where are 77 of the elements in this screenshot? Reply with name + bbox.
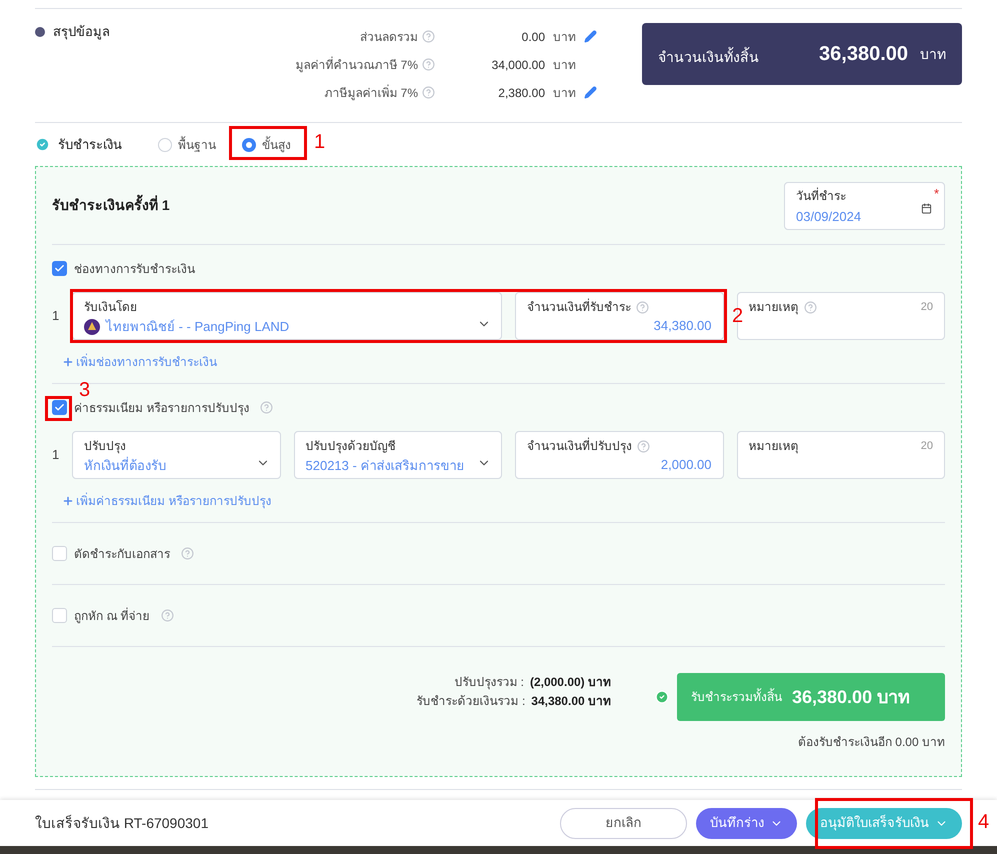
select-field[interactable]: ปรับปรุง หักเงินที่ต้องรับ	[72, 431, 280, 479]
amount-field[interactable]: จำนวนเงินที่รับชำระ 34,380.00	[515, 292, 724, 340]
remaining-amount: ต้องรับชำระเงินอีก 0.00 บาท	[798, 734, 945, 751]
summary-label: ภาษีมูลค่าเพิ่ม 7%	[324, 84, 418, 102]
row-number: 1	[52, 446, 60, 464]
summary-label: ส่วนลดรวม	[360, 28, 418, 46]
character-counter: 20	[920, 300, 933, 315]
radio-button[interactable]	[158, 138, 172, 152]
section-title: สรุปข้อมูล	[53, 23, 110, 42]
field-label: หมายเหตุ	[748, 299, 798, 316]
calendar-icon	[921, 202, 932, 214]
section-label: ช่องทางการรับชำระเงิน	[74, 260, 195, 278]
pencil-icon[interactable]	[584, 30, 597, 43]
checkbox[interactable]	[52, 261, 67, 276]
total-line-value: (2,000.00) บาท	[530, 674, 611, 691]
total-line-label: ปรับปรุงรวม :	[454, 674, 524, 692]
unit-label: บาท	[553, 84, 576, 102]
note-field[interactable]: หมายเหตุ 20	[736, 431, 945, 479]
cancel-button[interactable]: ยกเลิก	[560, 808, 687, 838]
field-value: 520213 - ค่าส่งเสริมการขาย	[306, 457, 464, 475]
radio-option[interactable]: พื้นฐาน	[158, 136, 216, 154]
field-value: 03/09/2024	[796, 208, 862, 226]
field-label: หมายเหตุ	[748, 438, 798, 455]
field-value: หักเงินที่ต้องรับ	[84, 456, 166, 475]
help-icon	[422, 58, 435, 71]
checkmark-icon	[54, 402, 65, 413]
section-label: ถูกหัก ณ ที่จ่าย	[74, 606, 150, 624]
required-marker: *	[934, 184, 939, 202]
field-value: ไทยพาณิชย์ - - PangPing LAND	[106, 318, 290, 336]
unit-label: บาท	[920, 44, 946, 64]
field-label: ปรับปรุง	[84, 438, 126, 455]
total-line-value: 34,380.00 บาท	[531, 693, 611, 710]
summary-value: 2,380.00	[497, 84, 545, 102]
total-line-label: รับชำระด้วยเงินรวม :	[416, 693, 526, 710]
section-label: ค่าธรรมเนียม หรือรายการปรับปรุง	[74, 400, 250, 416]
grand-total-amount: 36,380.00 บาท	[792, 686, 910, 708]
annotation-number: 1	[314, 131, 326, 153]
save-draft-button[interactable]: บันทึกร่าง	[696, 808, 797, 838]
annotation-box	[45, 396, 72, 421]
checkbox[interactable]	[52, 608, 67, 623]
document-number: ใบเสร็จรับเงิน RT-67090301	[35, 814, 208, 832]
date-field[interactable]: วันที่ชำระ * 03/09/2024	[784, 182, 945, 230]
help-icon	[422, 86, 435, 99]
checkbox[interactable]	[52, 546, 67, 561]
installment-title: รับชำระเงินครั้งที่ 1	[52, 195, 170, 216]
field-value: 2,000.00	[660, 456, 712, 474]
field-label: รับเงินโดย	[84, 299, 137, 316]
check-circle-icon	[35, 137, 50, 152]
unit-label: บาท	[553, 56, 576, 74]
section-label: ตัดชำระกับเอกสาร	[74, 546, 170, 562]
field-label: วันที่ชำระ	[796, 186, 847, 204]
plus-icon	[62, 494, 74, 506]
field-label: ปรับปรุงด้วยบัญชี	[306, 438, 396, 455]
radio-button[interactable]	[242, 138, 256, 152]
field-label: จำนวนเงินที่ปรับปรุง	[527, 437, 632, 455]
summary-label: มูลค่าที่คำนวณภาษี 7%	[295, 56, 418, 74]
annotation-number: 4	[978, 811, 990, 833]
character-counter: 20	[920, 438, 933, 454]
field-value: 34,380.00	[654, 317, 712, 335]
pencil-icon[interactable]	[584, 86, 597, 99]
unit-label: บาท	[553, 28, 576, 46]
section-title: รับชำระเงิน	[58, 136, 123, 154]
grand-total-label: รับชำระรวมทั้งสิ้น	[691, 688, 782, 706]
plus-icon	[62, 356, 74, 368]
summary-value: 0.00	[520, 28, 545, 46]
radio-option[interactable]: ขั้นสูง	[242, 136, 291, 154]
select-field[interactable]: รับเงินโดย ไทยพาณิชย์ - - PangPing LAND	[72, 292, 502, 340]
checkbox[interactable]	[52, 400, 67, 415]
summary-value: 34,000.00	[490, 56, 545, 74]
field-label: จำนวนเงินที่รับชำระ	[527, 298, 631, 316]
amount-field[interactable]: จำนวนเงินที่ปรับปรุง 2,000.00	[515, 431, 724, 479]
checkmark-icon	[54, 263, 65, 274]
total-label: จำนวนเงินทั้งสิ้น	[658, 46, 759, 66]
row-number: 1	[52, 307, 60, 326]
help-icon	[422, 30, 435, 43]
total-amount: 36,380.00	[819, 42, 908, 67]
select-field[interactable]: ปรับปรุงด้วยบัญชี 520213 - ค่าส่งเสริมการขาย	[294, 431, 502, 479]
